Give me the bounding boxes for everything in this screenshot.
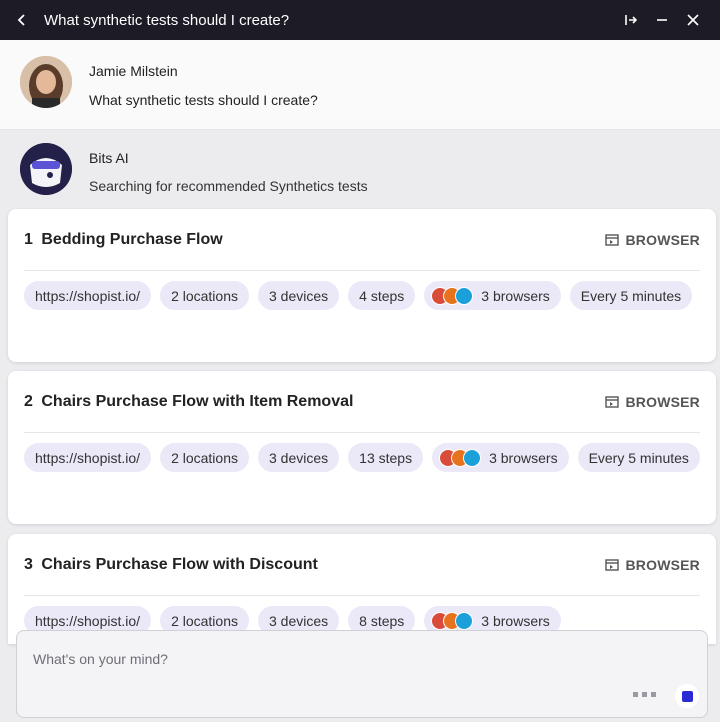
- test-attributes: https://shopist.io/ 2 locations 3 device…: [8, 271, 716, 326]
- stop-button[interactable]: [675, 684, 699, 708]
- test-card[interactable]: 1 Bedding Purchase Flow BROWSER https://…: [8, 209, 716, 362]
- loading-dots-icon: [633, 692, 656, 697]
- chevron-left-icon: [17, 14, 25, 26]
- browsers-chip: 3 browsers: [432, 443, 569, 472]
- bot-name: Bits AI: [89, 150, 129, 166]
- back-button[interactable]: [0, 13, 44, 27]
- message-input[interactable]: [33, 647, 633, 671]
- minimize-icon: [656, 19, 667, 21]
- test-title: 3 Chairs Purchase Flow with Discount: [24, 556, 605, 574]
- test-name: Chairs Purchase Flow with Item Removal: [41, 392, 354, 410]
- test-card[interactable]: 2 Chairs Purchase Flow with Item Removal…: [8, 371, 716, 524]
- steps-chip: 13 steps: [348, 443, 424, 472]
- test-title: 1 Bedding Purchase Flow: [24, 231, 605, 249]
- test-type-badge: BROWSER: [605, 557, 700, 573]
- browsers-label: 3 browsers: [489, 449, 558, 466]
- user-message-text: What synthetic tests should I create?: [89, 92, 318, 108]
- browser-window-icon: [605, 558, 620, 571]
- dock-right-icon: [624, 15, 637, 25]
- browser-logos-icon: [431, 611, 474, 630]
- test-title: 2 Chairs Purchase Flow with Item Removal: [24, 393, 605, 411]
- message-composer: [16, 630, 708, 718]
- test-attributes: https://shopist.io/ 2 locations 3 device…: [8, 433, 716, 488]
- devices-chip: 3 devices: [258, 443, 340, 472]
- test-type-label: BROWSER: [625, 393, 700, 410]
- frequency-chip: Every 5 minutes: [569, 281, 693, 310]
- user-message: Jamie Milstein What synthetic tests shou…: [0, 40, 720, 130]
- url-chip: https://shopist.io/: [24, 281, 152, 310]
- browser-window-icon: [605, 395, 620, 408]
- test-name: Chairs Purchase Flow with Discount: [41, 555, 318, 573]
- steps-chip: 4 steps: [348, 281, 416, 310]
- test-number: 1: [24, 230, 33, 248]
- close-button[interactable]: [677, 13, 708, 27]
- url-chip: https://shopist.io/: [24, 443, 152, 472]
- locations-chip: 2 locations: [160, 443, 249, 472]
- test-type-badge: BROWSER: [605, 394, 700, 410]
- test-type-badge: BROWSER: [605, 232, 700, 248]
- test-number: 3: [24, 555, 33, 573]
- dock-button[interactable]: [615, 13, 646, 27]
- bot-status-text: Searching for recommended Synthetics tes…: [89, 178, 368, 194]
- test-name: Bedding Purchase Flow: [41, 230, 223, 248]
- locations-chip: 2 locations: [160, 281, 249, 310]
- frequency-chip: Every 5 minutes: [577, 443, 700, 472]
- avatar: [20, 56, 72, 108]
- close-icon: [686, 14, 699, 26]
- browsers-label: 3 browsers: [481, 287, 550, 304]
- test-number: 2: [24, 392, 33, 410]
- minimize-button[interactable]: [646, 13, 677, 27]
- test-type-label: BROWSER: [625, 556, 700, 573]
- browsers-label: 3 browsers: [481, 612, 550, 629]
- test-card-header: 3 Chairs Purchase Flow with Discount BRO…: [24, 534, 700, 596]
- test-card[interactable]: 3 Chairs Purchase Flow with Discount BRO…: [8, 534, 716, 644]
- user-name: Jamie Milstein: [89, 63, 178, 79]
- page-title: What synthetic tests should I create?: [44, 11, 290, 29]
- browser-logos-icon: [439, 448, 482, 467]
- test-card-header: 1 Bedding Purchase Flow BROWSER: [24, 209, 700, 271]
- browser-logos-icon: [431, 286, 474, 305]
- browsers-chip: 3 browsers: [424, 281, 561, 310]
- test-card-header: 2 Chairs Purchase Flow with Item Removal…: [24, 371, 700, 433]
- devices-chip: 3 devices: [258, 281, 340, 310]
- stop-icon: [681, 690, 693, 702]
- title-bar: What synthetic tests should I create?: [0, 0, 720, 40]
- bits-ai-avatar: [20, 143, 72, 195]
- test-type-label: BROWSER: [625, 231, 700, 248]
- browser-window-icon: [605, 233, 620, 246]
